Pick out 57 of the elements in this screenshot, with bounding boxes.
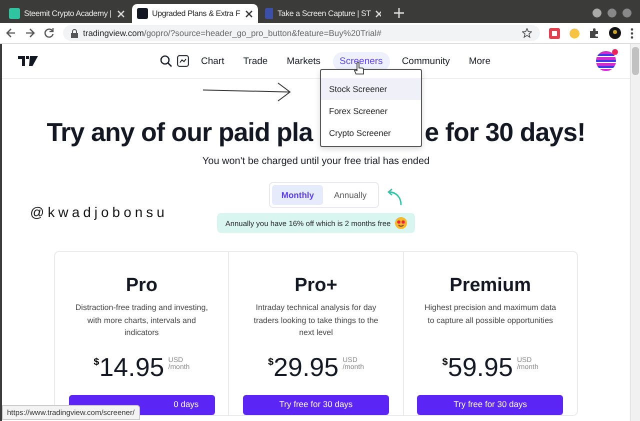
- forward-icon[interactable]: [25, 28, 35, 38]
- reload-icon[interactable]: [44, 28, 54, 38]
- scrollbar-thumb[interactable]: [632, 47, 639, 75]
- avatar[interactable]: [596, 51, 616, 71]
- close-icon[interactable]: [245, 10, 253, 18]
- plan-name: Premium: [450, 275, 531, 297]
- currency-sign: $: [442, 357, 448, 368]
- nav-link[interactable]: Trade: [236, 52, 275, 70]
- dropdown-item[interactable]: Forex Screener: [321, 100, 421, 122]
- currency-sign: $: [94, 357, 100, 368]
- watermark-text: @kwadjobonsu: [30, 204, 168, 220]
- plan-description: Distraction-free trading and investing, with more charts, intervals and indicators: [75, 302, 208, 339]
- plan-name: Pro: [126, 275, 158, 297]
- menu-icon[interactable]: [630, 28, 634, 38]
- nav-link[interactable]: More: [462, 52, 498, 70]
- billing-option[interactable]: Monthly: [272, 185, 323, 205]
- site-icon: [137, 8, 148, 19]
- subtitle: You won't be charged until your free trial has ended: [202, 156, 430, 167]
- logo-icon[interactable]: [18, 56, 38, 66]
- new-tab-icon[interactable]: [394, 8, 404, 18]
- window-controls-icon[interactable]: [592, 8, 632, 18]
- dropdown-item[interactable]: Crypto Screener: [321, 122, 421, 144]
- nav-link[interactable]: Chart: [194, 52, 232, 70]
- extension-icon[interactable]: [549, 28, 560, 38]
- try-free-button[interactable]: Try free for 30 days: [417, 395, 564, 415]
- back-icon[interactable]: [6, 28, 16, 38]
- site-icon: [9, 8, 20, 19]
- notification-dot: [612, 49, 618, 55]
- price: 29.95: [274, 353, 339, 381]
- plan-description: Highest precision and maximum data to capture all possible opportunities: [424, 302, 557, 327]
- browser-tab[interactable]: Take a Screen Capture | ST: [260, 4, 386, 23]
- site-icon: [265, 8, 274, 19]
- scrollbar[interactable]: [630, 44, 640, 421]
- heading: e for 30 days!: [424, 117, 586, 148]
- search-icon[interactable]: [160, 55, 172, 67]
- star-icon[interactable]: [522, 28, 532, 38]
- currency-sign: $: [268, 357, 274, 368]
- nav-link[interactable]: Markets: [280, 52, 328, 70]
- plan-name: Pro+: [294, 275, 338, 297]
- price: 14.95: [99, 353, 164, 381]
- heart-eyes-emoji-icon: [394, 217, 407, 229]
- browser-tab[interactable]: Upgraded Plans & Extra F: [132, 4, 258, 23]
- browser-tab[interactable]: Steemit Crypto Academy |: [4, 4, 130, 23]
- chart-icon[interactable]: [177, 55, 189, 67]
- nav-link[interactable]: Screeners: [332, 52, 390, 70]
- price: 59.95: [448, 353, 513, 381]
- puzzle-icon[interactable]: [589, 28, 600, 38]
- curved-arrow-icon: [386, 188, 403, 206]
- billing-option[interactable]: Annually: [324, 185, 376, 205]
- plan-description: Intraday technical analysis for day traders looking to take things to the next level: [252, 302, 380, 339]
- heading: Try any of our paid pla: [46, 117, 313, 148]
- try-free-button[interactable]: Try free for 30 days: [243, 395, 389, 415]
- dropdown-item[interactable]: Stock Screener: [321, 78, 421, 100]
- lock-icon: [71, 28, 78, 38]
- nav-link[interactable]: Community: [394, 52, 457, 70]
- profile-icon[interactable]: [609, 27, 621, 39]
- address-field[interactable]: tradingview.com/gopro/?source=header_go_pro_button&feature=Buy%20Trial#: [63, 25, 540, 41]
